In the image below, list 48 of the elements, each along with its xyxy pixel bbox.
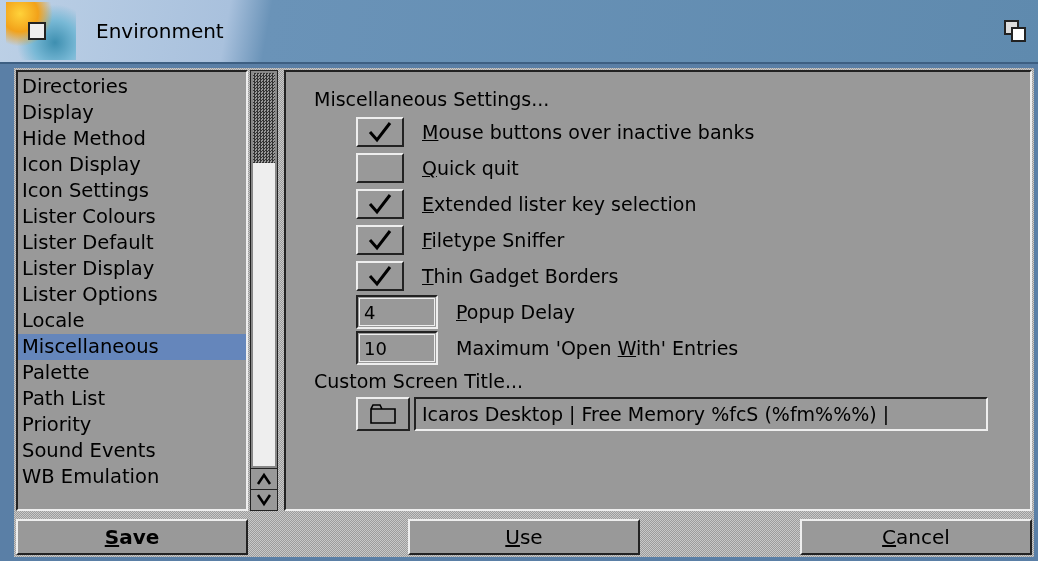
checkbox[interactable] <box>356 261 404 291</box>
checkbox-label: Quick quit <box>422 157 519 179</box>
checkbox-label: Filetype Sniffer <box>422 229 565 251</box>
scrollbar[interactable] <box>251 71 277 468</box>
scroll-up-icon[interactable] <box>251 468 277 489</box>
list-item[interactable]: Sound Events <box>18 438 246 464</box>
section-heading: Custom Screen Title... <box>314 370 525 392</box>
list-item[interactable]: Lister Default <box>18 230 246 256</box>
checkbox-label: Extended lister key selection <box>422 193 697 215</box>
checkbox-label: Thin Gadget Borders <box>422 265 619 287</box>
list-item[interactable]: Lister Colours <box>18 204 246 230</box>
check-icon <box>367 121 393 143</box>
list-item[interactable]: WB Emulation <box>18 464 246 490</box>
depth-icon[interactable] <box>1004 20 1026 42</box>
section-heading: Miscellaneous Settings... <box>314 88 551 110</box>
window-title: Environment <box>96 19 225 43</box>
folder-button[interactable] <box>356 397 410 431</box>
list-item[interactable]: Path List <box>18 386 246 412</box>
check-icon <box>367 193 393 215</box>
list-item[interactable]: Locale <box>18 308 246 334</box>
list-item[interactable]: Hide Method <box>18 126 246 152</box>
logo-icon <box>6 2 76 60</box>
list-item[interactable]: Directories <box>18 74 246 100</box>
list-item[interactable]: Miscellaneous <box>18 334 246 360</box>
check-icon <box>367 265 393 287</box>
field-label: Popup Delay <box>456 301 576 323</box>
check-icon <box>367 229 393 251</box>
list-item[interactable]: Lister Display <box>18 256 246 282</box>
list-item[interactable]: Lister Options <box>18 282 246 308</box>
number-field[interactable]: 4 <box>356 295 438 329</box>
checkbox[interactable] <box>356 225 404 255</box>
number-field[interactable]: 10 <box>356 331 438 365</box>
dialog-button[interactable]: Cancel <box>800 519 1032 555</box>
checkbox[interactable] <box>356 117 404 147</box>
folder-icon <box>369 403 397 425</box>
list-item[interactable]: Priority <box>18 412 246 438</box>
list-item[interactable]: Icon Display <box>18 152 246 178</box>
checkbox[interactable] <box>356 189 404 219</box>
list-item[interactable]: Icon Settings <box>18 178 246 204</box>
list-item[interactable]: Display <box>18 100 246 126</box>
list-item[interactable]: Palette <box>18 360 246 386</box>
scroll-down-icon[interactable] <box>251 489 277 510</box>
dialog-button[interactable]: Save <box>16 519 248 555</box>
checkbox-label: Mouse buttons over inactive banks <box>422 121 755 143</box>
checkbox[interactable] <box>356 153 404 183</box>
dialog-button[interactable]: Use <box>408 519 640 555</box>
field-label: Maximum 'Open With' Entries <box>456 337 739 359</box>
screen-title-field[interactable]: Icaros Desktop | Free Memory %fcS (%fm%%%) | <box>414 397 988 431</box>
